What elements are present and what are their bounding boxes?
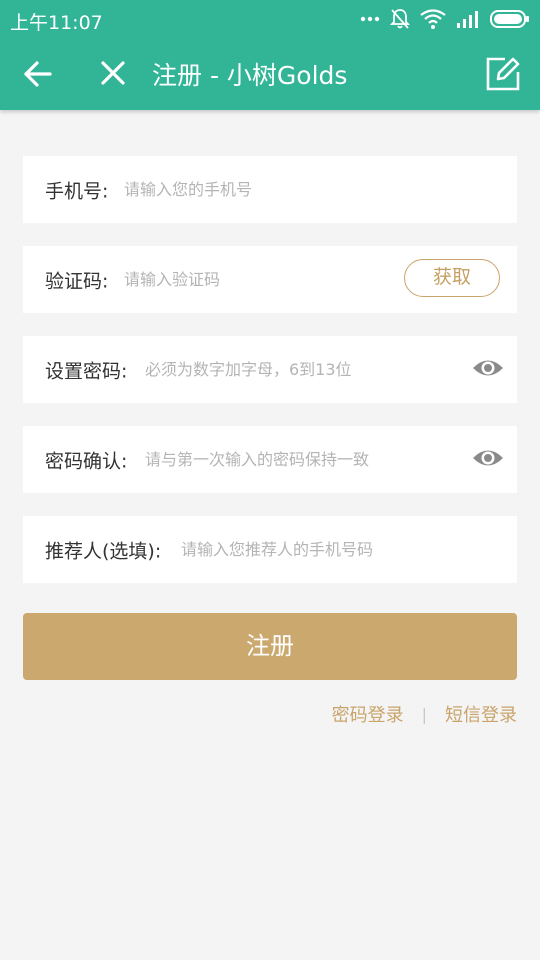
- referrer-field: 推荐人(选填):: [23, 516, 517, 583]
- edit-icon[interactable]: [485, 56, 521, 92]
- password-input[interactable]: [145, 355, 445, 384]
- eye-icon[interactable]: [472, 357, 504, 379]
- signal-icon: [457, 11, 478, 28]
- confirm-password-field: 密码确认:: [23, 426, 517, 493]
- phone-label: 手机号:: [45, 180, 109, 202]
- status-bar: 上午11:07: [0, 0, 540, 38]
- app-bar: 上午11:07 注册 - 小树Golds: [0, 0, 540, 110]
- sms-login-link[interactable]: 短信登录: [445, 701, 517, 727]
- phone-input[interactable]: [124, 175, 494, 204]
- eye-icon[interactable]: [472, 447, 504, 469]
- bell-off-icon: [390, 9, 410, 29]
- status-icons: [360, 6, 530, 32]
- referrer-label: 推荐人(选填):: [45, 540, 162, 562]
- confirm-password-input[interactable]: [145, 445, 445, 474]
- login-links: 密码登录 | 短信登录: [332, 700, 517, 728]
- verify-code-input[interactable]: [124, 265, 384, 294]
- password-field: 设置密码:: [23, 336, 517, 403]
- toolbar: 注册 - 小树Golds: [0, 38, 540, 110]
- page-title: 注册 - 小树Golds: [152, 61, 348, 90]
- battery-icon: [490, 10, 529, 28]
- confirm-password-label: 密码确认:: [45, 450, 128, 472]
- register-button[interactable]: 注册: [23, 613, 517, 680]
- close-icon[interactable]: [98, 58, 128, 88]
- status-time: 上午11:07: [10, 12, 103, 34]
- phone-field: 手机号:: [23, 156, 517, 223]
- referrer-input[interactable]: [181, 535, 501, 564]
- password-login-link[interactable]: 密码登录: [332, 701, 404, 727]
- password-label: 设置密码:: [45, 360, 128, 382]
- verify-code-label: 验证码:: [45, 270, 109, 292]
- link-separator: |: [421, 704, 427, 724]
- more-dots-icon: [360, 16, 380, 22]
- wifi-icon: [420, 9, 446, 29]
- verify-code-field: 验证码: 获取: [23, 246, 517, 313]
- arrow-left-icon[interactable]: [22, 58, 54, 90]
- get-code-button[interactable]: 获取: [404, 259, 500, 297]
